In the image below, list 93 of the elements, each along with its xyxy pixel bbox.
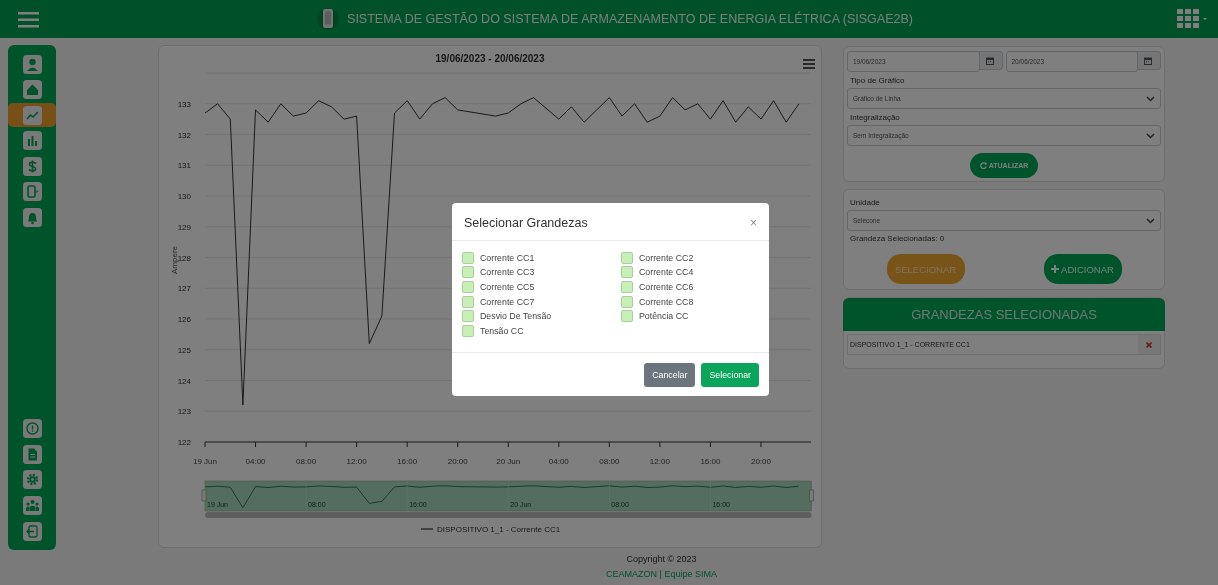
checkbox[interactable] (621, 280, 633, 293)
axis-label: 122 (177, 438, 191, 447)
axis-label: 08:00 (296, 457, 317, 466)
axis-label: 16:00 (700, 457, 721, 466)
checkbox-label: Potência CC (639, 311, 689, 322)
calendar-icon (1144, 56, 1152, 65)
footer-link[interactable]: CEAMAZON | Equipe SIMA (606, 569, 717, 579)
axis-label: 04:00 (245, 457, 266, 466)
checkbox-label: Corrente CC6 (639, 281, 694, 292)
home-icon (22, 80, 42, 100)
axis-label: 132 (177, 130, 191, 140)
alert-icon (22, 419, 42, 439)
axis-label: 128 (177, 253, 191, 263)
refresh-icon (979, 162, 987, 169)
axis-label: 20:00 (750, 457, 771, 466)
chevron-icon (1146, 95, 1155, 102)
axis-label: 08:00 (599, 457, 620, 466)
axis-label: 126 (177, 315, 191, 324)
checkbox[interactable] (462, 251, 474, 264)
checkbox[interactable] (462, 325, 474, 338)
dollar-icon (22, 156, 42, 176)
checkbox[interactable] (621, 295, 633, 308)
app-title: SISTEMA DE GESTÃO DO SISTEMA DE ARMAZENAMENTO DE ENERGIA ELÉTRICA (SISGAE2B) (347, 12, 913, 26)
phone-signal-icon (22, 182, 42, 202)
axis-title: Ampere (170, 246, 179, 274)
axis-label: 127 (177, 284, 191, 294)
phone-icon (317, 6, 340, 32)
checkbox[interactable] (462, 295, 474, 308)
remove-button[interactable] (1138, 335, 1160, 354)
checkbox-label: Corrente CC2 (639, 252, 694, 263)
checkbox[interactable] (462, 266, 474, 279)
scrollbar[interactable] (205, 512, 812, 518)
axis-label: 129 (177, 222, 191, 232)
sidebar-item[interactable] (8, 103, 56, 128)
axis-label: 04:00 (548, 457, 569, 466)
document-icon (22, 444, 42, 464)
axis-label: 131 (177, 161, 191, 171)
checkbox-label: Corrente CC4 (639, 267, 694, 278)
apps-grid-icon (1177, 9, 1208, 29)
confirm-button[interactable]: Selecionar (701, 363, 759, 387)
user-icon (22, 54, 42, 74)
field-label: Unidade (850, 198, 881, 207)
checkbox[interactable] (621, 310, 633, 323)
close-button[interactable]: × (750, 216, 757, 230)
field-label: Integralização (850, 113, 901, 122)
chart-title: 19/06/2023 - 20/06/2023 (435, 53, 545, 64)
legend-line-icon (420, 528, 434, 530)
axis-label: 19 Jun (193, 457, 217, 466)
axis-label: 16:00 (397, 457, 418, 466)
plus-icon (1051, 265, 1060, 273)
axis-label: 20:00 (447, 457, 468, 466)
close-icon (1146, 341, 1152, 348)
modal-title: Selecionar Grandezas (464, 216, 588, 230)
navigator[interactable] (204, 480, 812, 512)
cancel-button[interactable]: Cancelar (644, 363, 696, 387)
bell-icon (22, 208, 42, 228)
bar-chart-icon (22, 131, 42, 151)
field-label: Tipo de Gráfico (850, 76, 906, 85)
checkbox-label: Desvio De Tensão (480, 311, 552, 322)
axis-label: 12:00 (649, 457, 670, 466)
checkbox[interactable] (621, 266, 633, 279)
group-icon (22, 495, 42, 515)
checkbox-label: Tensão CC (480, 326, 524, 337)
chevron-icon (1146, 217, 1155, 224)
axis-label: 12:00 (346, 457, 367, 466)
axis-label: 20 Jun (496, 457, 521, 466)
exit-icon (22, 521, 42, 541)
checkbox[interactable] (462, 280, 474, 293)
menu-icon (18, 10, 39, 28)
legend-label[interactable]: DISPOSITIVO 1_1 - Corrente CC1 (437, 525, 561, 534)
line-chart-icon (22, 105, 42, 125)
checkbox-label: Corrente CC8 (639, 296, 694, 307)
checkbox-label: Corrente CC7 (480, 296, 535, 307)
checkbox[interactable] (462, 310, 474, 323)
axis-label: 123 (177, 407, 191, 417)
checkbox-label: Corrente CC1 (480, 252, 535, 263)
menu-icon[interactable] (803, 59, 815, 69)
settings-icon (22, 470, 42, 490)
axis-label: 124 (177, 376, 191, 386)
selection-count: Grandeza Selecionadas: 0 (850, 234, 946, 243)
chevron-icon (1146, 132, 1155, 139)
axis-label: 133 (177, 99, 191, 109)
panel-header: GRANDEZAS SELECIONADAS (843, 298, 1165, 331)
add-button[interactable]: ADICIONAR (1043, 254, 1122, 284)
calendar-icon (985, 56, 994, 65)
checkbox[interactable] (621, 251, 633, 264)
axis-label: 125 (177, 345, 191, 355)
axis-label: 130 (177, 192, 191, 201)
navigator-handle[interactable] (201, 489, 207, 502)
checkbox-label: Corrente CC3 (480, 267, 535, 278)
copyright-text: Copyright © 2023 (626, 554, 697, 564)
navigator-handle[interactable] (809, 489, 814, 502)
checkbox-label: Corrente CC5 (480, 281, 535, 292)
